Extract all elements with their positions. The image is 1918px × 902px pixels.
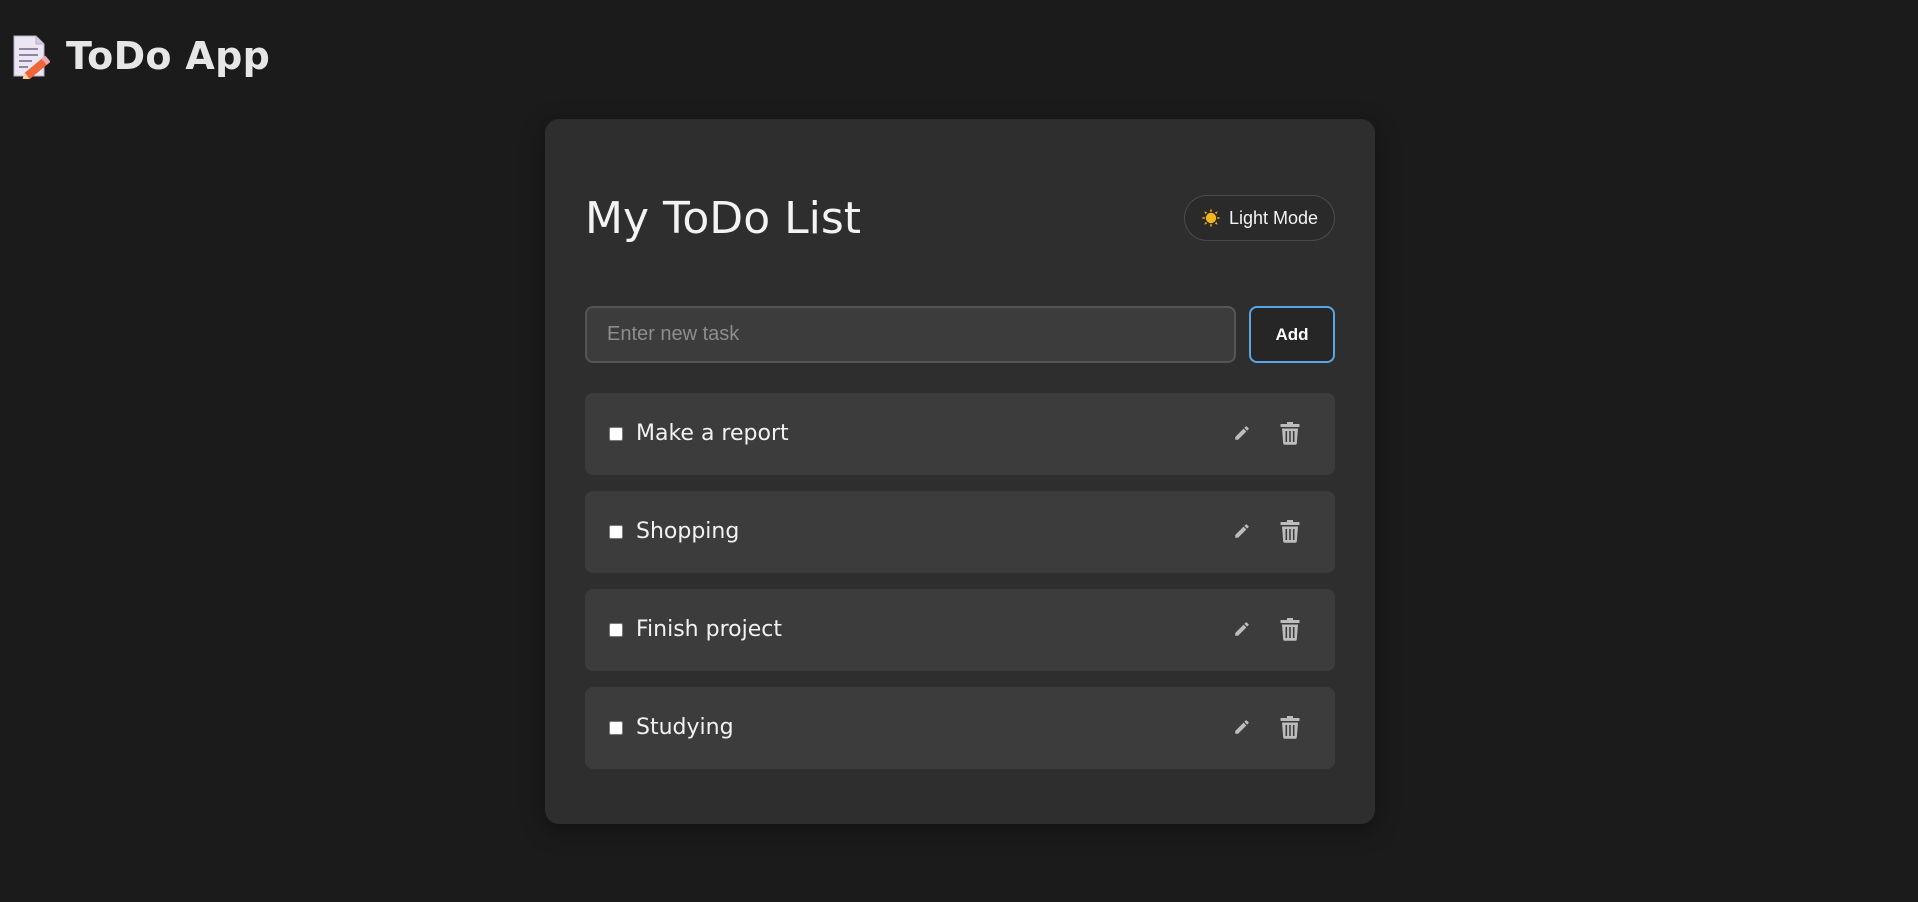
edit-task-button[interactable] (1227, 614, 1257, 644)
pencil-icon (1235, 524, 1249, 538)
task-item: Shopping (585, 491, 1335, 573)
page-title: My ToDo List (585, 193, 862, 244)
task-checkbox[interactable] (609, 525, 623, 539)
light-mode-label: Light Mode (1228, 207, 1319, 228)
app-header: ToDo App (10, 28, 270, 84)
task-list: Make a report Shopping Finish project St… (585, 393, 1335, 785)
pencil-icon (1235, 622, 1249, 636)
task-text: Finish project (636, 617, 782, 642)
memo-pencil-icon (13, 35, 50, 79)
task-checkbox[interactable] (609, 427, 623, 441)
task-text: Shopping (636, 519, 740, 544)
trash-icon (1280, 422, 1300, 445)
trash-icon (1280, 520, 1300, 543)
delete-task-button[interactable] (1275, 614, 1305, 644)
trash-icon (1280, 716, 1300, 739)
edit-task-button[interactable] (1227, 418, 1257, 448)
task-checkbox[interactable] (609, 623, 623, 637)
task-text: Studying (636, 715, 734, 740)
task-item: Studying (585, 687, 1335, 769)
sun-icon (1201, 208, 1221, 228)
delete-task-button[interactable] (1275, 418, 1305, 448)
pencil-icon (1235, 720, 1249, 734)
light-mode-toggle-button[interactable]: Light Mode (1184, 195, 1335, 241)
trash-icon (1280, 618, 1300, 641)
edit-task-button[interactable] (1227, 516, 1257, 546)
task-checkbox[interactable] (609, 721, 623, 735)
delete-task-button[interactable] (1275, 516, 1305, 546)
app-title: ToDo App (66, 34, 271, 78)
new-task-input[interactable] (585, 306, 1236, 363)
pencil-icon (1235, 426, 1249, 440)
task-item: Make a report (585, 393, 1335, 475)
task-item: Finish project (585, 589, 1335, 671)
delete-task-button[interactable] (1275, 712, 1305, 742)
task-text: Make a report (636, 421, 789, 446)
edit-task-button[interactable] (1227, 712, 1257, 742)
todo-card: My ToDo List Light Mode Add Make a repor… (545, 119, 1375, 824)
add-task-button[interactable]: Add (1249, 306, 1335, 363)
